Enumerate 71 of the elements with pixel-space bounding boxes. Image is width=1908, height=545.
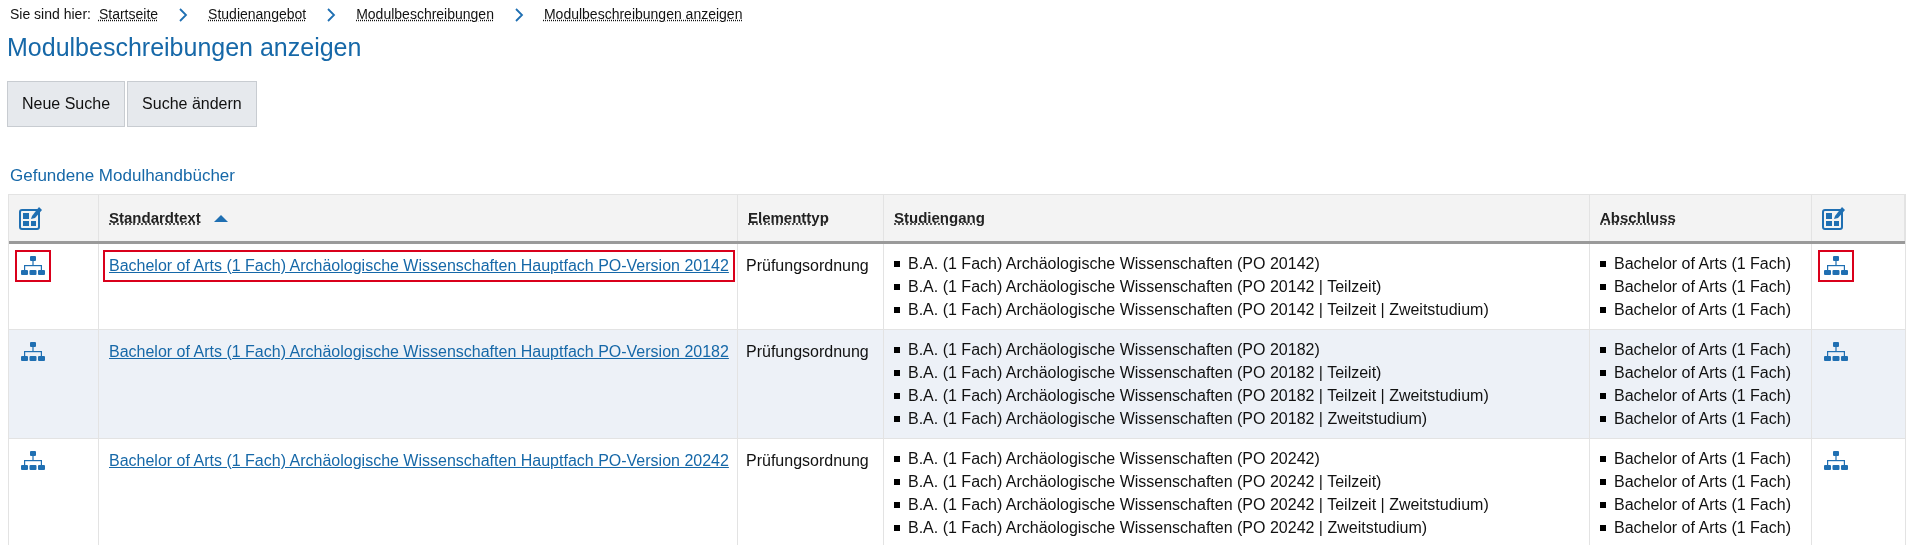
bullet-icon (1600, 283, 1606, 290)
grid-edit-icon[interactable] (1822, 206, 1846, 230)
abschluss-item: Bachelor of Arts (1 Fach) (1614, 449, 1791, 469)
bullet-icon (894, 415, 900, 422)
studiengang-item: B.A. (1 Fach) Archäologische Wissenschaften (PO 20242 | Zweitstudium) (908, 518, 1428, 538)
bullet-icon (1600, 478, 1606, 485)
abschluss-item: Bachelor of Arts (1 Fach) (1614, 363, 1791, 383)
bullet-icon (894, 455, 900, 462)
studiengang-item: B.A. (1 Fach) Archäologische Wissenschaften (PO 20242 | Teilzeit) (908, 472, 1382, 492)
bullet-icon (894, 478, 900, 485)
bullet-icon (1600, 501, 1606, 508)
studiengang-item: B.A. (1 Fach) Archäologische Wissenschaften (PO 20142 | Teilzeit) (908, 277, 1382, 297)
bullet-icon (894, 346, 900, 353)
bullet-icon (1600, 346, 1606, 353)
breadcrumb-link[interactable]: Modulbeschreibungen (356, 4, 494, 25)
bullet-icon (1600, 392, 1606, 399)
page-title: Modulbeschreibungen anzeigen (6, 32, 363, 63)
bullet-icon (1600, 524, 1606, 531)
bullet-icon (894, 260, 900, 267)
abschluss-item: Bachelor of Arts (1 Fach) (1614, 340, 1791, 360)
studiengang-item: B.A. (1 Fach) Archäologische Wissenschaften (PO 20242 | Teilzeit | Zweitstudium) (908, 495, 1489, 515)
studiengang-item: B.A. (1 Fach) Archäologische Wissenschaften (PO 20182) (908, 340, 1320, 360)
abschluss-item: Bachelor of Arts (1 Fach) (1614, 495, 1791, 515)
standardtext-link[interactable]: Bachelor of Arts (1 Fach) Archäologische Wissenschaften Hauptfach PO-Version 20142 (103, 250, 735, 282)
abschluss-item: Bachelor of Arts (1 Fach) (1614, 518, 1791, 538)
bullet-icon (894, 369, 900, 376)
column-header[interactable]: Studiengang (894, 206, 985, 230)
abschluss-item: Bachelor of Arts (1 Fach) (1614, 386, 1791, 406)
bullet-icon (1600, 369, 1606, 376)
table-cell: Prüfungsordnung (746, 257, 869, 274)
bullet-icon (1600, 415, 1606, 422)
search-button[interactable]: Suche ändern (127, 80, 257, 127)
search-button[interactable]: Neue Suche (7, 80, 126, 127)
bullet-icon (894, 306, 900, 313)
studiengang-item: B.A. (1 Fach) Archäologische Wissenschaften (PO 20182 | Teilzeit | Zweitstudium) (908, 386, 1489, 406)
studiengang-item: B.A. (1 Fach) Archäologische Wissenschaften (PO 20142 | Teilzeit | Zweitstudium) (908, 300, 1489, 320)
bullet-icon (894, 283, 900, 290)
standardtext-link[interactable]: Bachelor of Arts (1 Fach) Archäologische Wissenschaften Hauptfach PO-Version 20242 (103, 445, 735, 477)
column-header[interactable]: Abschluss (1600, 206, 1676, 230)
bullet-icon (894, 524, 900, 531)
standardtext-link[interactable]: Bachelor of Arts (1 Fach) Archäologische Wissenschaften Hauptfach PO-Version 20182 (103, 336, 735, 368)
abschluss-item: Bachelor of Arts (1 Fach) (1614, 277, 1791, 297)
grid-edit-icon[interactable] (19, 206, 43, 230)
abschluss-item: Bachelor of Arts (1 Fach) (1614, 300, 1791, 320)
breadcrumb-link[interactable]: Modulbeschreibungen anzeigen (543, 4, 743, 25)
abschluss-item: Bachelor of Arts (1 Fach) (1614, 409, 1791, 429)
studiengang-item: B.A. (1 Fach) Archäologische Wissenschaften (PO 20142) (908, 254, 1320, 274)
abschluss-item: Bachelor of Arts (1 Fach) (1614, 254, 1791, 274)
abschluss-item: Bachelor of Arts (1 Fach) (1614, 472, 1791, 492)
bullet-icon (1600, 306, 1606, 313)
studiengang-item: B.A. (1 Fach) Archäologische Wissenschaften (PO 20242) (908, 449, 1320, 469)
hierarchy-icon[interactable] (15, 250, 51, 282)
chevron-right-icon (513, 7, 524, 22)
hierarchy-icon[interactable] (1818, 250, 1854, 282)
column-header[interactable]: Elementtyp (748, 206, 829, 230)
bullet-icon (1600, 260, 1606, 267)
sort-up-icon[interactable] (212, 213, 229, 223)
studiengang-item: B.A. (1 Fach) Archäologische Wissenschaften (PO 20182 | Zweitstudium) (908, 409, 1428, 429)
chevron-right-icon (178, 7, 189, 22)
breadcrumb-label: Sie sind hier: (10, 5, 91, 24)
studiengang-item: B.A. (1 Fach) Archäologische Wissenschaften (PO 20182 | Teilzeit) (908, 363, 1382, 383)
breadcrumb-link[interactable]: Startseite (98, 4, 159, 25)
chevron-right-icon (326, 7, 337, 22)
bullet-icon (1600, 455, 1606, 462)
table-caption: Gefundene Modulhandbücher (9, 164, 236, 187)
table-cell: Prüfungsordnung (746, 343, 869, 360)
bullet-icon (894, 501, 900, 508)
breadcrumb-link[interactable]: Studienangebot (208, 4, 307, 25)
table-cell: Prüfungsordnung (746, 452, 869, 469)
column-header[interactable]: Standardtext (109, 206, 201, 230)
bullet-icon (894, 392, 900, 399)
